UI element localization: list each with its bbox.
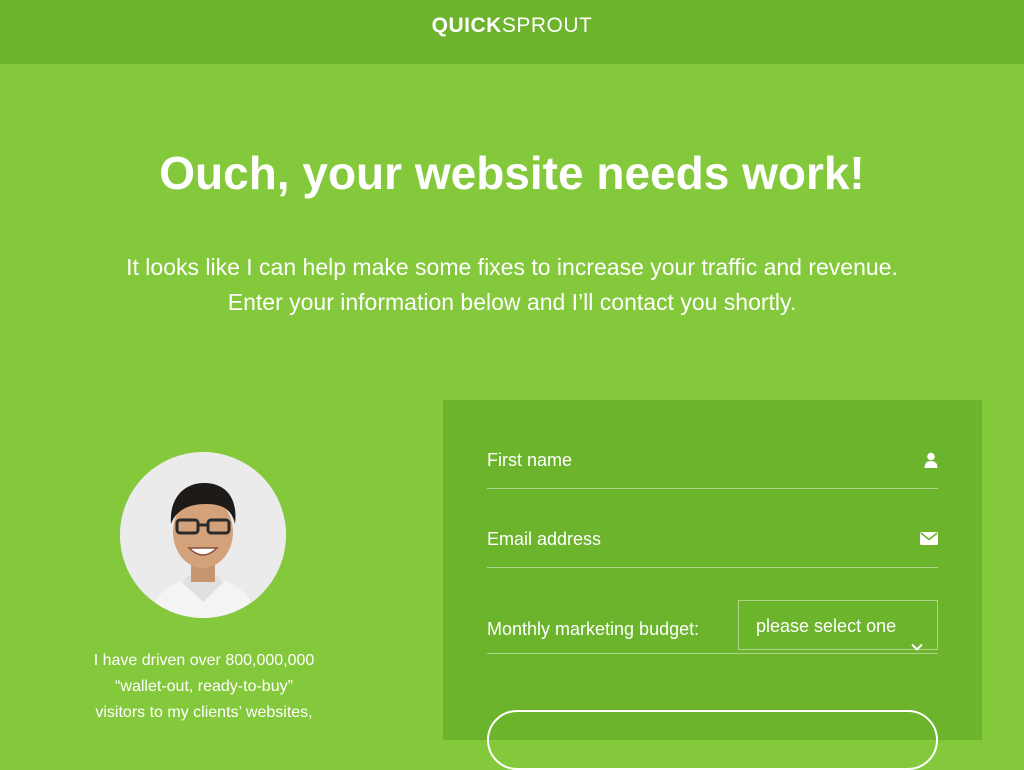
- person-portrait-icon: [120, 452, 286, 618]
- hero-subtext-line-1: It looks like I can help make some fixes…: [126, 254, 898, 280]
- email-field[interactable]: Email address: [487, 519, 938, 568]
- bio-line-2: “wallet-out, ready-to-buy”: [115, 678, 293, 695]
- budget-field: Monthly marketing budget: please select …: [487, 600, 938, 654]
- logo-quick-text: QUICK: [431, 14, 502, 37]
- first-name-field[interactable]: First name: [487, 440, 938, 489]
- hero-subtext: It looks like I can help make some fixes…: [62, 250, 962, 320]
- logo-sprout-text: SPROUT: [501, 14, 593, 37]
- profile-bio: I have driven over 800,000,000 “wallet-o…: [54, 648, 354, 726]
- first-name-placeholder: First name: [487, 450, 573, 470]
- budget-selected-value: please select one: [756, 616, 897, 636]
- quicksprout-logo[interactable]: QUICKSPROUT: [0, 12, 1024, 40]
- budget-label: Monthly marketing budget:: [487, 619, 700, 639]
- bio-line-1: I have driven over 800,000,000: [93, 652, 315, 669]
- contact-form-panel: First name Email address Monthly marketi…: [443, 400, 982, 770]
- bio-line-3: visitors to my clients’ websites,: [95, 704, 313, 721]
- email-placeholder: Email address: [487, 529, 602, 549]
- envelope-icon: [920, 532, 938, 550]
- user-icon: [924, 452, 938, 473]
- budget-select[interactable]: please select one: [738, 600, 938, 651]
- chevron-down-icon: [911, 620, 923, 670]
- submit-button[interactable]: [487, 710, 938, 770]
- page-headline: Ouch, your website needs work!: [159, 147, 865, 199]
- hero-subtext-line-2: Enter your information below and I’ll co…: [227, 289, 797, 315]
- top-header-bar: QUICKSPROUT: [0, 0, 1024, 64]
- profile-avatar: [120, 452, 286, 618]
